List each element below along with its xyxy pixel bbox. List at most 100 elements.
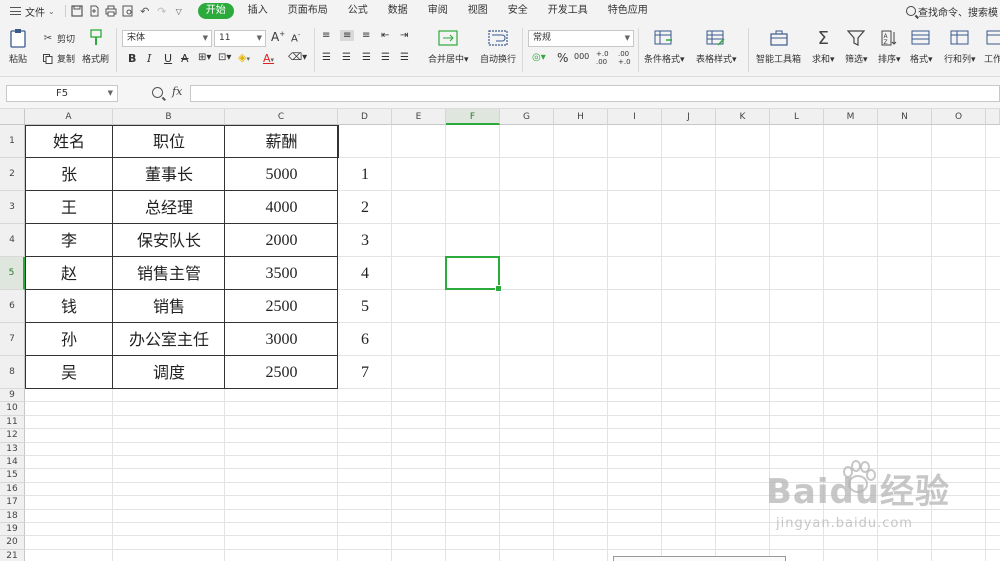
tab-formulas[interactable]: 公式	[338, 0, 378, 22]
column-header-overflow[interactable]	[986, 109, 1000, 125]
undo-icon[interactable]: ↶	[138, 4, 152, 18]
distributed-icon[interactable]: ☰	[400, 52, 409, 63]
column-header-g[interactable]: G	[500, 109, 554, 125]
increase-decimal-icon[interactable]: +.0 .00	[596, 50, 610, 66]
formula-input[interactable]	[190, 85, 1000, 102]
salary-cell[interactable]: 2500	[225, 290, 338, 323]
name-cell[interactable]: 吴	[25, 356, 113, 389]
row-header-19[interactable]: 19	[0, 523, 25, 537]
column-header-d[interactable]: D	[338, 109, 392, 125]
tab-home[interactable]: 开始	[197, 3, 234, 19]
tab-insert[interactable]: 插入	[238, 0, 278, 22]
insert-function-icon[interactable]: fx	[172, 85, 182, 98]
column-header-o[interactable]: O	[932, 109, 986, 125]
salary-cell[interactable]: 4000	[225, 191, 338, 224]
position-cell[interactable]: 保安队长	[113, 224, 225, 257]
tab-data[interactable]: 数据	[378, 0, 418, 22]
wrap-text-button[interactable]: 自动换行	[480, 28, 516, 65]
zoom-icon[interactable]	[152, 87, 163, 98]
align-bottom-icon[interactable]: ≡	[362, 30, 370, 41]
increase-font-icon[interactable]: A+	[271, 30, 285, 44]
merge-center-button[interactable]: 合并居中▾	[428, 28, 469, 65]
clear-format-icon[interactable]: ⌫▾	[288, 52, 307, 63]
column-header-n[interactable]: N	[878, 109, 932, 125]
row-header-10[interactable]: 10	[0, 402, 25, 416]
decrease-font-icon[interactable]: A-	[291, 31, 300, 44]
column-header-b[interactable]: B	[113, 109, 225, 125]
salary-cell[interactable]: 3500	[225, 257, 338, 290]
align-middle-icon[interactable]: ≡	[340, 30, 355, 41]
tab-review[interactable]: 审阅	[418, 0, 458, 22]
index-cell[interactable]: 6	[338, 323, 392, 356]
index-cell[interactable]: 3	[338, 224, 392, 257]
print-preview-icon[interactable]	[121, 4, 135, 18]
column-header-a[interactable]: A	[25, 109, 113, 125]
column-header-j[interactable]: J	[662, 109, 716, 125]
column-header-i[interactable]: I	[608, 109, 662, 125]
strikethrough-icon[interactable]: A	[181, 52, 189, 65]
row-header-8[interactable]: 8	[0, 356, 25, 389]
tab-page-layout[interactable]: 页面布局	[278, 0, 338, 22]
align-right-icon[interactable]: ☰	[362, 52, 371, 63]
row-header-4[interactable]: 4	[0, 224, 25, 257]
format-button[interactable]: 格式▾	[910, 28, 933, 65]
position-cell[interactable]: 销售主管	[113, 257, 225, 290]
cell-style-icon[interactable]: ⊡▾	[218, 52, 231, 63]
paste-button[interactable]: 粘贴	[8, 28, 28, 65]
row-header-1[interactable]: 1	[0, 125, 25, 158]
row-header-3[interactable]: 3	[0, 191, 25, 224]
salary-cell[interactable]: 2500	[225, 356, 338, 389]
name-box[interactable]: F5 ▼	[6, 85, 118, 102]
conditional-format-button[interactable]: 条件格式▾	[644, 28, 685, 65]
index-cell[interactable]: 2	[338, 191, 392, 224]
align-top-icon[interactable]: ≡	[322, 30, 330, 41]
position-cell[interactable]: 办公室主任	[113, 323, 225, 356]
tab-view[interactable]: 视图	[458, 0, 498, 22]
currency-icon[interactable]: ◎▾	[532, 52, 546, 63]
index-cell[interactable]: 7	[338, 356, 392, 389]
row-header-21[interactable]: 21	[0, 549, 25, 561]
row-header-17[interactable]: 17	[0, 496, 25, 510]
thousands-separator-icon[interactable]: 000	[574, 52, 589, 61]
font-size-select[interactable]: 11 ▼	[214, 30, 266, 47]
sort-button[interactable]: AZ 排序▾	[878, 28, 901, 65]
index-cell[interactable]: 5	[338, 290, 392, 323]
copy-button[interactable]: 复制	[42, 52, 75, 65]
fill-color-icon[interactable]: ◈▾	[238, 51, 250, 64]
worksheet-button[interactable]: 工作	[984, 28, 1000, 65]
name-cell[interactable]: 张	[25, 158, 113, 191]
align-left-icon[interactable]: ☰	[322, 52, 331, 63]
tab-security[interactable]: 安全	[498, 0, 538, 22]
row-header-7[interactable]: 7	[0, 323, 25, 356]
table-header-cell[interactable]: 职位	[113, 125, 225, 158]
salary-cell[interactable]: 5000	[225, 158, 338, 191]
column-header-h[interactable]: H	[554, 109, 608, 125]
name-cell[interactable]: 李	[25, 224, 113, 257]
print-icon[interactable]	[104, 4, 118, 18]
name-cell[interactable]: 赵	[25, 257, 113, 290]
row-header-13[interactable]: 13	[0, 442, 25, 456]
smart-toolbox-button[interactable]: 智能工具箱	[756, 28, 801, 65]
row-header-14[interactable]: 14	[0, 456, 25, 470]
name-cell[interactable]: 孙	[25, 323, 113, 356]
percent-icon[interactable]: %	[557, 51, 568, 65]
table-header-cell[interactable]: 薪酬	[225, 125, 338, 158]
font-color-icon[interactable]: A▾	[263, 52, 274, 65]
active-cell-cursor[interactable]	[445, 256, 502, 292]
indent-decrease-icon[interactable]: ⇤	[381, 30, 389, 41]
command-search[interactable]: 查找命令、搜索模	[906, 0, 1000, 22]
row-header-12[interactable]: 12	[0, 429, 25, 443]
position-cell[interactable]: 董事长	[113, 158, 225, 191]
row-header-11[interactable]: 11	[0, 415, 25, 430]
file-menu[interactable]: 文件 ⌄	[0, 0, 61, 22]
number-format-select[interactable]: 常规 ▼	[528, 30, 634, 47]
format-painter-button[interactable]: 格式刷	[82, 28, 109, 65]
row-header-18[interactable]: 18	[0, 509, 25, 523]
save-icon[interactable]	[70, 4, 84, 18]
align-center-icon[interactable]: ☰	[342, 52, 351, 63]
column-header-m[interactable]: M	[824, 109, 878, 125]
filter-button[interactable]: 筛选▾	[845, 28, 868, 65]
name-cell[interactable]: 王	[25, 191, 113, 224]
position-cell[interactable]: 销售	[113, 290, 225, 323]
indent-increase-icon[interactable]: ⇥	[400, 30, 408, 41]
